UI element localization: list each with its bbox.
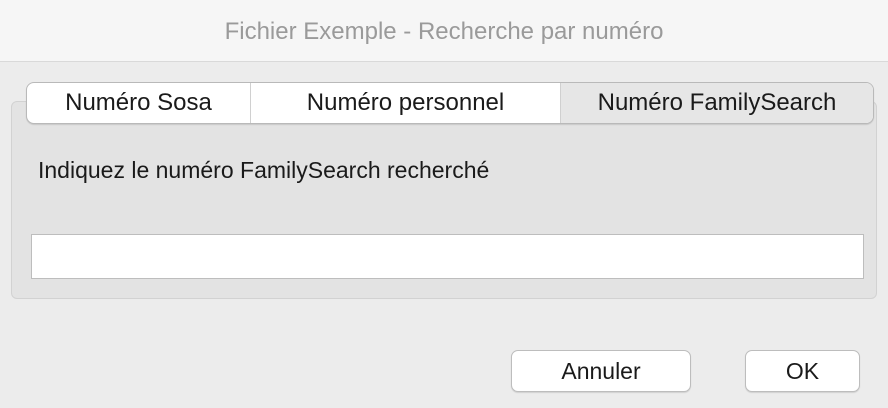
ok-button[interactable]: OK — [745, 350, 860, 392]
prompt-label: Indiquez le numéro FamilySearch recherch… — [38, 157, 490, 183]
familysearch-number-input[interactable] — [31, 234, 864, 279]
tab-numero-sosa[interactable]: Numéro Sosa — [27, 83, 251, 123]
tab-bar: Numéro Sosa Numéro personnel Numéro Fami… — [26, 82, 874, 124]
window-title: Fichier Exemple - Recherche par numéro — [224, 18, 664, 45]
window-title-bar: Fichier Exemple - Recherche par numéro — [0, 0, 888, 62]
tab-numero-personnel[interactable]: Numéro personnel — [251, 83, 561, 123]
cancel-button[interactable]: Annuler — [511, 350, 691, 392]
tab-numero-familysearch[interactable]: Numéro FamilySearch — [561, 83, 873, 123]
